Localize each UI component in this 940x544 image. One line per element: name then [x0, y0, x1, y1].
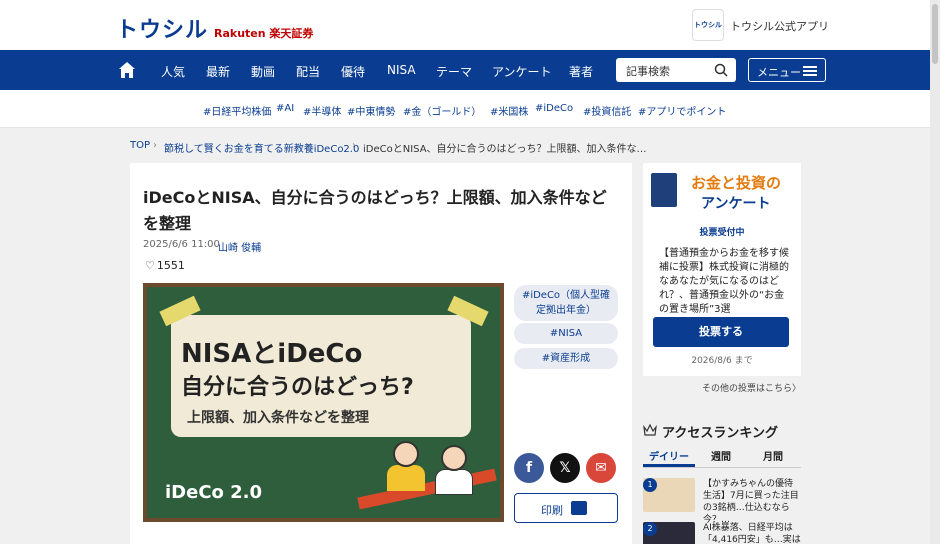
menu-button[interactable]: メニュー — [748, 58, 826, 82]
nav-item-video[interactable]: 動画 — [251, 63, 275, 80]
hero-brand: iDeCo 2.0 — [165, 482, 263, 503]
like-button[interactable]: ♡ 1551 — [145, 259, 185, 272]
app-link[interactable]: トウシル公式アプリ — [730, 18, 829, 34]
tag-chip-ideco[interactable]: #iDeCo（個人型確定拠出年金） — [514, 285, 618, 321]
hero-illustration-head — [393, 441, 419, 467]
scrollbar-thumb[interactable] — [932, 4, 938, 64]
survey-question[interactable]: 【普通預金からお金を移す候補に投票】株式投資に消極的なあなたが気になるのはどれ？… — [659, 247, 789, 317]
article-title: iDeCoとNISA、自分に合うのはどっち？上限額、加入条件などを整理 — [143, 188, 607, 233]
ranking-item-title[interactable]: 【かすみちゃんの優待生活】7月に買った注目の3銘柄…仕込むなら今？… — [703, 478, 801, 526]
tag-chip-asset-building[interactable]: #資産形成 — [514, 348, 618, 369]
heart-icon: ♡ — [145, 259, 155, 272]
ranking-title: アクセスランキング — [662, 426, 778, 441]
hero-line-2: 自分に合うのはどっち? — [181, 375, 414, 400]
hero-illustration-head — [441, 445, 467, 471]
nav-item-survey[interactable]: アンケート — [492, 63, 552, 80]
nav-item-popular[interactable]: 人気 — [161, 63, 185, 80]
rakuten-logo[interactable]: Rakuten 楽天証券 — [214, 25, 313, 41]
ranking-item-title[interactable]: AI株暴落、日経平均は「4,416円安」も…実はひ — [703, 522, 801, 544]
crown-icon — [643, 423, 657, 436]
facebook-share-button[interactable]: f — [514, 453, 544, 483]
nav-item-theme[interactable]: テーマ — [436, 63, 472, 80]
article-date: 2025/6/6 11:00 — [143, 239, 220, 250]
ranking-thumbnail[interactable]: 1 — [643, 478, 695, 512]
survey-status: 投票受付中 — [699, 228, 745, 238]
ranking-tab-divider — [643, 467, 801, 468]
nav-item-authors[interactable]: 著者 — [569, 63, 593, 80]
nav-item-latest[interactable]: 最新 — [206, 63, 230, 80]
x-share-button[interactable]: 𝕏 — [550, 453, 580, 483]
active-tab-indicator — [643, 464, 695, 467]
printer-icon — [571, 501, 587, 515]
survey-deadline: 2026/8/6 まで — [691, 356, 753, 366]
breadcrumb-home[interactable]: TOP — [130, 140, 150, 151]
more-surveys-link[interactable]: その他の投票はこちら〉 — [643, 381, 801, 394]
breadcrumb-chevron-icon: › — [153, 140, 157, 151]
print-label: 印刷 — [541, 504, 563, 517]
breadcrumb-chevron-icon: › — [352, 140, 356, 151]
ballot-box-icon — [651, 173, 677, 207]
nav-item-benefits[interactable]: 優待 — [341, 63, 365, 80]
tag-semiconductor[interactable]: #半導体 — [303, 103, 341, 118]
tag-middle-east[interactable]: #中東情勢 — [347, 103, 395, 118]
tab-monthly[interactable]: 月間 — [747, 448, 799, 463]
survey-title-orange: お金と投資の — [691, 174, 782, 192]
hero-illustration-person — [435, 469, 473, 495]
rank-badge: 1 — [643, 478, 657, 492]
survey-banner: お金と投資の アンケート — [643, 163, 801, 217]
trending-tags: #日経平均株価 #AI #半導体 #中東情勢 #金（ゴールド） #米国株 #iD… — [0, 90, 930, 128]
nav-item-nisa[interactable]: NISA — [387, 63, 416, 77]
home-icon[interactable] — [118, 61, 136, 79]
tag-nikkei[interactable]: #日経平均株価 — [203, 103, 271, 118]
x-icon: 𝕏 — [559, 460, 571, 476]
page-scrollbar[interactable] — [930, 0, 940, 544]
tab-daily[interactable]: デイリー — [643, 448, 695, 463]
tag-ai[interactable]: #AI — [276, 103, 294, 114]
tag-ideco[interactable]: #iDeCo — [535, 103, 573, 114]
breadcrumb-parent[interactable]: 節税して賢くお金を育てる新教養iDeCo2.0 — [164, 140, 359, 155]
hero-illustration-person — [387, 465, 425, 491]
tag-gold[interactable]: #金（ゴールド） — [403, 103, 481, 118]
main-nav: 人気 最新 動画 配当 優待 NISA テーマ アンケート 著者 記事検索 メニ… — [0, 50, 930, 90]
tag-app-points[interactable]: #アプリでポイント — [638, 103, 726, 118]
survey-title-blue: アンケート — [701, 196, 771, 212]
hamburger-icon — [803, 66, 817, 76]
print-button[interactable]: 印刷 — [514, 493, 618, 523]
tab-weekly[interactable]: 週間 — [695, 448, 747, 463]
tag-chip-nisa[interactable]: #NISA — [514, 323, 618, 344]
search-placeholder: 記事検索 — [626, 65, 670, 78]
search-icon[interactable] — [714, 63, 728, 77]
vote-button[interactable]: 投票する — [653, 317, 789, 347]
mail-icon: ✉ — [595, 460, 607, 476]
survey-widget: お金と投資の アンケート 投票受付中 【普通預金からお金を移す候補に投票】株式投… — [643, 163, 801, 376]
article-author[interactable]: 山崎 俊輔 — [218, 239, 261, 254]
menu-label: メニュー — [757, 66, 801, 79]
site-logo[interactable]: トウシル — [116, 12, 208, 44]
article-card: iDeCoとNISA、自分に合うのはどっち？上限額、加入条件などを整理 2025… — [130, 163, 632, 544]
like-count: 1551 — [156, 259, 185, 272]
mail-share-button[interactable]: ✉ — [586, 453, 616, 483]
site-header: トウシル Rakuten 楽天証券 トウシル トウシル公式アプリ — [0, 0, 930, 50]
hero-line-1: NISAとiDeCo — [181, 339, 363, 369]
nav-item-dividend[interactable]: 配当 — [296, 63, 320, 80]
tag-investment-trust[interactable]: #投資信託 — [583, 103, 631, 118]
breadcrumb-current: iDeCoとNISA、自分に合うのはどっち？上限額、加入条件な… — [363, 144, 647, 155]
rank-badge: 2 — [643, 522, 657, 536]
hero-line-3: 上限額、加入条件などを整理 — [187, 410, 369, 426]
app-icon[interactable]: トウシル — [692, 9, 724, 41]
search-input[interactable]: 記事検索 — [616, 58, 736, 82]
tag-us-stocks[interactable]: #米国株 — [490, 103, 528, 118]
hero-pencil — [357, 468, 497, 510]
facebook-icon: f — [525, 460, 533, 476]
article-hero-image: NISAとiDeCo 自分に合うのはどっち? 上限額、加入条件などを整理 iDe… — [143, 283, 504, 522]
ranking-thumbnail[interactable]: 2 — [643, 522, 695, 544]
